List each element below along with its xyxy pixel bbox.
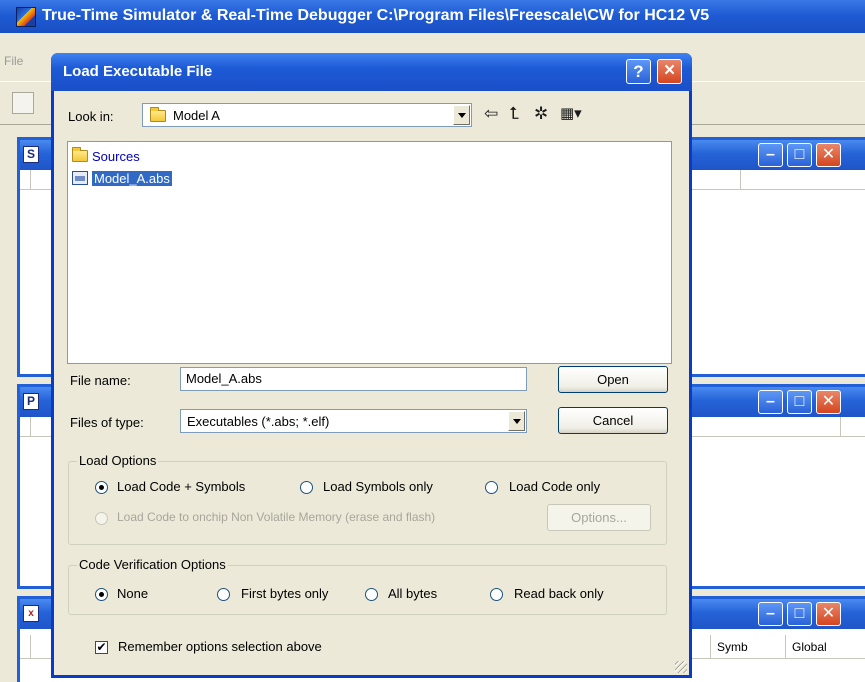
view-menu-icon[interactable]: ▦▾	[560, 105, 582, 123]
dialog-title: Load Executable File	[63, 63, 213, 80]
label-load-symbols-only: Load Symbols only	[323, 479, 433, 494]
new-folder-icon[interactable]: ✲	[534, 105, 548, 123]
radio-verify-first-bytes[interactable]	[217, 588, 230, 601]
dialog-close-icon[interactable]: ×	[657, 59, 682, 84]
folder-icon	[150, 107, 166, 122]
radio-load-code-only[interactable]	[485, 481, 498, 494]
abs-file-icon	[72, 171, 88, 185]
label-load-nonvolatile: Load Code to onchip Non Volatile Memory …	[117, 510, 436, 524]
file-name-input[interactable]: Model_A.abs	[180, 367, 527, 391]
dialog-titlebar: Load Executable File ? ×	[51, 53, 692, 91]
app-title: True-Time Simulator & Real-Time Debugger…	[42, 7, 710, 24]
maximize-icon[interactable]: □	[787, 602, 812, 626]
radio-load-symbols-only[interactable]	[300, 481, 313, 494]
radio-verify-all-bytes[interactable]	[365, 588, 378, 601]
files-of-type-value: Executables (*.abs; *.elf)	[187, 414, 330, 429]
list-item-sources[interactable]: Sources	[72, 147, 142, 165]
remember-options-label: Remember options selection above	[118, 639, 322, 654]
options-button[interactable]: Options...	[547, 504, 651, 531]
help-icon[interactable]: ?	[626, 59, 651, 84]
radio-verify-none[interactable]	[95, 588, 108, 601]
load-executable-dialog: Load Executable File ? × Look in: Model …	[51, 53, 692, 678]
label-load-code-only: Load Code only	[509, 479, 601, 494]
label-verify-all-bytes: All bytes	[388, 586, 438, 601]
dialog-body: Look in: Model A ⇦ ⮤ ✲ ▦▾ Sources Model_…	[54, 91, 689, 675]
label-verify-first-bytes: First bytes only	[241, 586, 329, 601]
load-options-title: Load Options	[77, 453, 159, 468]
code-verification-group: Code Verification Options None First byt…	[68, 557, 667, 615]
open-button[interactable]: Open	[558, 366, 668, 393]
file-name-label: File name:	[70, 373, 131, 388]
label-load-code-symbols: Load Code + Symbols	[117, 479, 246, 494]
file-list[interactable]: Sources Model_A.abs	[67, 141, 672, 364]
maximize-icon[interactable]: □	[787, 143, 812, 167]
chevron-down-icon[interactable]	[453, 105, 470, 125]
folder-icon	[72, 147, 88, 162]
maximize-icon[interactable]: □	[787, 390, 812, 414]
cancel-button[interactable]: Cancel	[558, 407, 668, 434]
new-file-icon[interactable]	[12, 92, 34, 114]
minimize-icon[interactable]: –	[758, 143, 783, 167]
code-verification-title: Code Verification Options	[77, 557, 228, 572]
list-item-model-a-abs[interactable]: Model_A.abs	[72, 170, 174, 187]
close-icon[interactable]: ✕	[816, 390, 841, 414]
procedure-window-icon: P	[23, 393, 39, 410]
app-titlebar: True-Time Simulator & Real-Time Debugger…	[0, 0, 865, 33]
menu-file[interactable]: File	[0, 48, 50, 74]
back-arrow-icon[interactable]: ⇦	[484, 105, 498, 123]
close-icon[interactable]: ✕	[816, 143, 841, 167]
radio-verify-read-back[interactable]	[490, 588, 503, 601]
look-in-label: Look in:	[68, 109, 114, 124]
source-window-icon: S	[23, 146, 39, 163]
chevron-down-icon[interactable]	[508, 411, 525, 431]
column-header-global[interactable]: Global	[785, 635, 855, 659]
radio-load-nonvolatile[interactable]	[95, 512, 108, 525]
label-verify-read-back: Read back only	[514, 586, 604, 601]
look-in-combo[interactable]: Model A	[142, 103, 472, 127]
close-icon[interactable]: ✕	[816, 602, 841, 626]
label-verify-none: None	[117, 586, 149, 601]
files-of-type-combo[interactable]: Executables (*.abs; *.elf)	[180, 409, 527, 433]
resize-grip-icon[interactable]	[675, 661, 687, 673]
radio-load-code-symbols[interactable]	[95, 481, 108, 494]
minimize-icon[interactable]: –	[758, 390, 783, 414]
data-window-icon: x	[23, 605, 39, 622]
look-in-value: Model A	[173, 108, 220, 123]
minimize-icon[interactable]: –	[758, 602, 783, 626]
column-header-symb[interactable]: Symb	[710, 635, 784, 659]
files-of-type-label: Files of type:	[70, 415, 144, 430]
app-icon	[16, 7, 36, 27]
load-options-group: Load Options Load Code + Symbols Load Sy…	[68, 453, 667, 545]
up-folder-icon[interactable]: ⮤	[509, 105, 519, 123]
remember-options-checkbox[interactable]: ✔	[95, 641, 108, 654]
